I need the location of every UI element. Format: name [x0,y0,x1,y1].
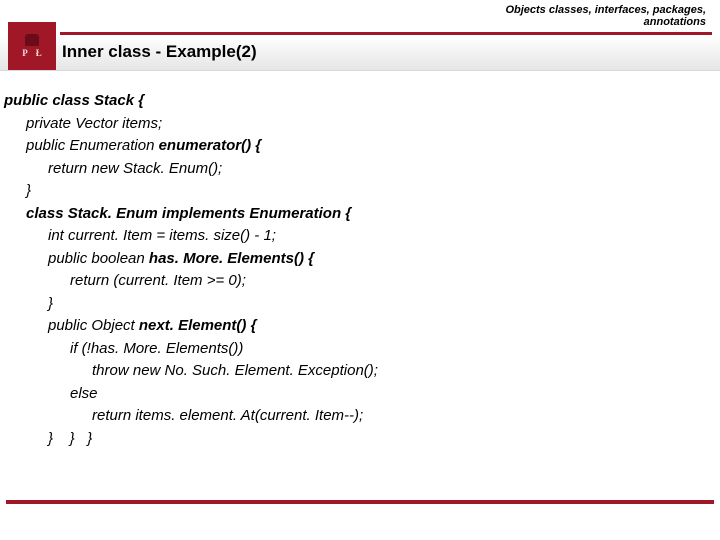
slide-title: Inner class - Example(2) [62,42,257,62]
code-line: class Stack. Enum implements Enumeration… [4,203,708,226]
code-line: public Object next. Element() { [4,315,708,338]
code-line: } [4,180,708,203]
topic-line1: Objects classes, interfaces, packages, [505,4,706,16]
code-line: return items. element. At(current. Item-… [4,405,708,428]
code-block: public class Stack { private Vector item… [4,90,708,450]
code-line: public class Stack { [4,90,708,113]
code-line: throw new No. Such. Element. Exception()… [4,360,708,383]
bottom-divider [6,500,714,504]
topic-label: Objects classes, interfaces, packages, a… [505,4,706,28]
university-logo: P Ł [8,22,56,70]
code-line: return (current. Item >= 0); [4,270,708,293]
eagle-icon [25,34,39,46]
code-line: public Enumeration enumerator() { [4,135,708,158]
code-line: private Vector items; [4,113,708,136]
code-line: } [4,293,708,316]
code-line: else [4,383,708,406]
code-line: if (!has. More. Elements()) [4,338,708,361]
topic-line2: annotations [644,16,706,28]
logo-letter-left: P [22,48,28,58]
code-line: } } } [4,428,708,451]
code-line: public boolean has. More. Elements() { [4,248,708,271]
logo-letter-right: Ł [36,48,42,58]
code-line: return new Stack. Enum(); [4,158,708,181]
code-line: int current. Item = items. size() - 1; [4,225,708,248]
